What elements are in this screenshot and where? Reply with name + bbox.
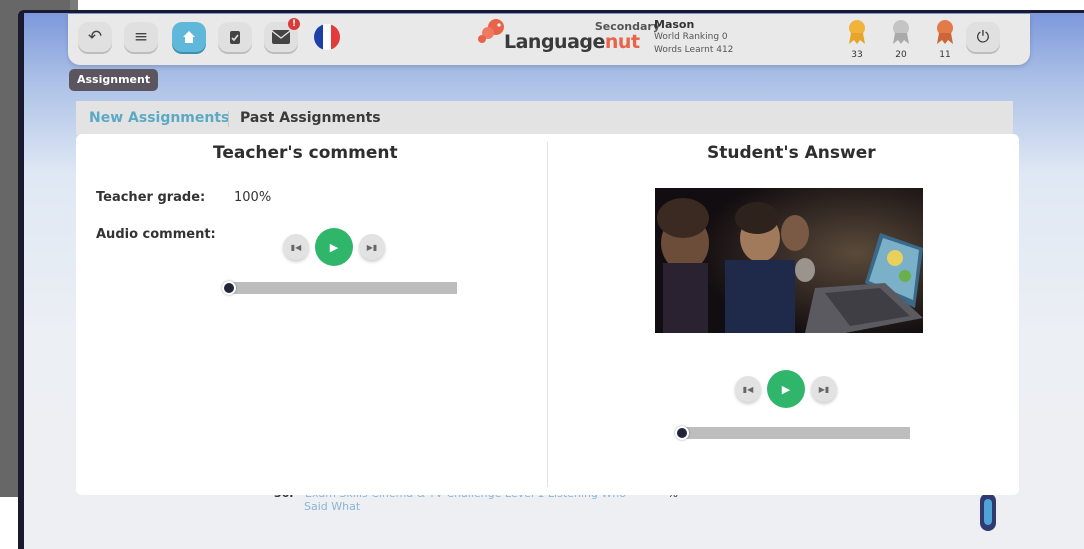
forward-icon: ▶▮ bbox=[818, 384, 830, 394]
silver-medal-icon bbox=[893, 20, 909, 44]
envelope-icon bbox=[272, 30, 290, 44]
play-icon: ▶ bbox=[329, 240, 339, 254]
scroll-indicator[interactable] bbox=[980, 493, 996, 531]
language-button[interactable] bbox=[310, 22, 344, 52]
teacher-audio-progress-handle[interactable] bbox=[222, 281, 236, 295]
teacher-grade-label: Teacher grade: bbox=[96, 190, 206, 205]
logo-wordmark: Languagenut bbox=[504, 31, 640, 53]
forward-icon: ▶▮ bbox=[366, 242, 378, 252]
messages-button[interactable]: ! bbox=[264, 18, 300, 52]
words-learnt: Words Learnt 412 bbox=[654, 45, 734, 55]
student-audio-player: ▮◀ ▶ ▶▮ bbox=[735, 370, 837, 408]
silver-medal: 20 bbox=[886, 19, 916, 60]
teacher-grade-value: 100% bbox=[234, 190, 272, 205]
tab-past-assignments[interactable]: Past Assignments bbox=[240, 110, 381, 126]
gold-medal-icon bbox=[849, 20, 865, 44]
gold-count: 33 bbox=[851, 50, 863, 60]
app-screen: ↶ ≡ ! Secondary Languagenut Mason World … bbox=[24, 13, 1084, 549]
student-audio-progress-handle[interactable] bbox=[675, 426, 689, 440]
app-window-frame: ↶ ≡ ! Secondary Languagenut Mason World … bbox=[18, 10, 1084, 549]
rewind-icon: ▮◀ bbox=[290, 242, 302, 252]
assignment-detail-panel: Teacher's comment Teacher grade: 100% Au… bbox=[76, 134, 1019, 495]
back-button[interactable]: ↶ bbox=[78, 22, 112, 52]
background-strip bbox=[0, 497, 20, 549]
teacher-comment-heading: Teacher's comment bbox=[213, 143, 398, 163]
children-laptop-image bbox=[655, 188, 923, 333]
menu-button[interactable]: ≡ bbox=[124, 22, 158, 52]
play-button[interactable]: ▶ bbox=[767, 370, 805, 408]
rewind-button[interactable]: ▮◀ bbox=[735, 376, 761, 402]
student-answer-heading: Student's Answer bbox=[707, 143, 876, 163]
user-name: Mason bbox=[654, 18, 695, 31]
forward-button[interactable]: ▶▮ bbox=[811, 376, 837, 402]
student-audio-progress-track[interactable] bbox=[681, 427, 910, 439]
world-ranking: World Ranking 0 bbox=[654, 32, 728, 42]
assignment-tabs: New Assignments Past Assignments bbox=[76, 101, 1013, 135]
column-divider bbox=[547, 142, 548, 487]
france-flag-icon bbox=[314, 24, 340, 50]
tab-new-assignments[interactable]: New Assignments bbox=[89, 110, 229, 126]
bronze-medal-icon bbox=[937, 20, 953, 44]
play-icon: ▶ bbox=[781, 382, 791, 396]
logo-prefix: Language bbox=[504, 31, 605, 53]
menu-icon: ≡ bbox=[133, 27, 149, 47]
forward-button[interactable]: ▶▮ bbox=[359, 234, 385, 260]
logo-suffix: nut bbox=[604, 31, 640, 53]
tab-divider bbox=[228, 111, 229, 127]
bronze-medal: 11 bbox=[930, 19, 960, 60]
student-answer-photo bbox=[655, 188, 923, 333]
gold-medal: 33 bbox=[842, 19, 872, 60]
silver-count: 20 bbox=[895, 50, 907, 60]
logout-button[interactable]: ⏻ bbox=[966, 22, 1000, 52]
background-row-continued: Said What bbox=[304, 500, 361, 513]
power-icon: ⏻ bbox=[976, 27, 990, 46]
audio-comment-label: Audio comment: bbox=[96, 227, 216, 242]
back-arrow-icon: ↶ bbox=[87, 27, 103, 47]
tasks-button[interactable] bbox=[218, 22, 252, 52]
notification-badge: ! bbox=[288, 18, 300, 30]
play-button[interactable]: ▶ bbox=[315, 228, 353, 266]
rewind-icon: ▮◀ bbox=[742, 384, 754, 394]
top-navigation-bar: ↶ ≡ ! Secondary Languagenut Mason World … bbox=[68, 14, 1030, 65]
bronze-count: 11 bbox=[939, 50, 951, 60]
section-label: Assignment bbox=[69, 69, 159, 91]
teacher-audio-player: ▮◀ ▶ ▶▮ bbox=[283, 228, 385, 266]
home-button[interactable] bbox=[172, 22, 206, 52]
user-info: Mason World Ranking 0 Words Learnt 412 bbox=[654, 18, 733, 57]
teacher-audio-progress-track[interactable] bbox=[228, 282, 457, 294]
home-icon bbox=[183, 31, 195, 43]
clipboard-check-icon bbox=[230, 31, 240, 44]
languagenut-logo: Secondary Languagenut bbox=[474, 17, 664, 57]
rewind-button[interactable]: ▮◀ bbox=[283, 234, 309, 260]
